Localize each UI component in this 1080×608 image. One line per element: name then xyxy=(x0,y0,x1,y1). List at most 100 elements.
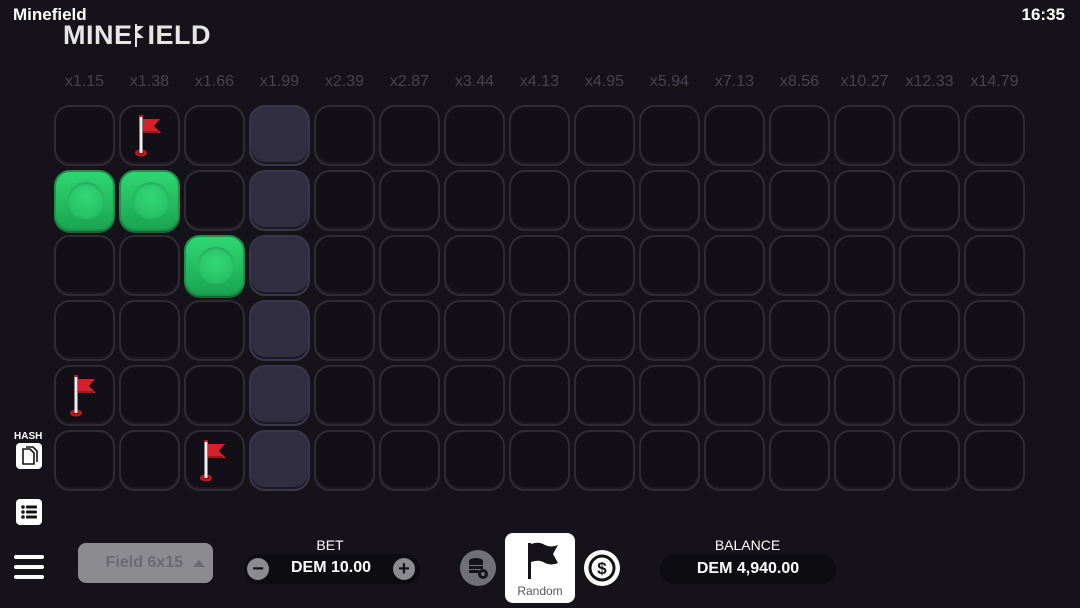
grid-cell[interactable] xyxy=(54,300,115,361)
grid-cell[interactable] xyxy=(704,105,765,166)
grid-cell[interactable] xyxy=(704,300,765,361)
grid-cell[interactable] xyxy=(509,235,570,296)
grid-cell[interactable] xyxy=(184,170,245,231)
grid-cell-safe[interactable] xyxy=(54,170,115,231)
grid-cell[interactable] xyxy=(314,300,375,361)
grid-cell[interactable] xyxy=(444,300,505,361)
grid-cell[interactable] xyxy=(509,105,570,166)
grid-cell[interactable] xyxy=(834,430,895,491)
grid-cell[interactable] xyxy=(184,300,245,361)
decrease-bet-button[interactable]: − xyxy=(247,558,269,580)
grid-cell[interactable] xyxy=(444,105,505,166)
grid-cell[interactable] xyxy=(574,300,635,361)
grid-cell[interactable] xyxy=(899,170,960,231)
grid-cell[interactable] xyxy=(899,235,960,296)
grid-cell[interactable] xyxy=(769,105,830,166)
grid-cell-flagged[interactable] xyxy=(184,430,245,491)
grid-cell[interactable] xyxy=(574,170,635,231)
grid-cell[interactable] xyxy=(119,300,180,361)
grid-cell[interactable] xyxy=(769,365,830,426)
grid-cell[interactable] xyxy=(444,170,505,231)
grid-cell[interactable] xyxy=(379,430,440,491)
grid-cell[interactable] xyxy=(509,170,570,231)
grid-cell[interactable] xyxy=(769,300,830,361)
grid-cell[interactable] xyxy=(314,430,375,491)
grid-cell[interactable] xyxy=(964,365,1025,426)
grid-cell[interactable] xyxy=(834,300,895,361)
grid-cell[interactable] xyxy=(314,105,375,166)
grid-cell[interactable] xyxy=(834,105,895,166)
grid-cell[interactable] xyxy=(899,365,960,426)
grid-cell[interactable] xyxy=(639,430,700,491)
history-button[interactable] xyxy=(16,499,42,525)
grid-cell[interactable] xyxy=(119,365,180,426)
grid-cell[interactable] xyxy=(54,235,115,296)
grid-cell[interactable] xyxy=(769,170,830,231)
grid-cell[interactable] xyxy=(184,365,245,426)
grid-cell[interactable] xyxy=(704,170,765,231)
grid-cell[interactable] xyxy=(379,235,440,296)
logo-text-right: IELD xyxy=(147,20,212,50)
grid-cell-flagged[interactable] xyxy=(54,365,115,426)
grid-cell[interactable] xyxy=(639,235,700,296)
grid-cell[interactable] xyxy=(639,105,700,166)
grid-cell[interactable] xyxy=(574,430,635,491)
grid-cell[interactable] xyxy=(249,300,310,361)
grid-cell[interactable] xyxy=(704,365,765,426)
grid-cell[interactable] xyxy=(314,170,375,231)
grid-cell[interactable] xyxy=(639,365,700,426)
grid-cell[interactable] xyxy=(249,170,310,231)
cashout-button[interactable]: $ xyxy=(584,550,620,586)
grid-cell[interactable] xyxy=(119,430,180,491)
grid-cell[interactable] xyxy=(834,235,895,296)
grid-cell[interactable] xyxy=(119,235,180,296)
grid-cell[interactable] xyxy=(54,430,115,491)
grid-cell[interactable] xyxy=(834,170,895,231)
grid-cell[interactable] xyxy=(899,430,960,491)
menu-button[interactable] xyxy=(14,555,44,581)
grid-cell[interactable] xyxy=(184,105,245,166)
grid-cell[interactable] xyxy=(509,300,570,361)
grid-cell[interactable] xyxy=(249,365,310,426)
autobet-settings-button[interactable] xyxy=(460,550,496,586)
grid-cell[interactable] xyxy=(704,235,765,296)
grid-cell[interactable] xyxy=(509,430,570,491)
grid-cell[interactable] xyxy=(704,430,765,491)
grid-cell[interactable] xyxy=(379,105,440,166)
grid-cell[interactable] xyxy=(639,300,700,361)
grid-cell[interactable] xyxy=(249,430,310,491)
grid-cell[interactable] xyxy=(964,430,1025,491)
grid-cell[interactable] xyxy=(769,235,830,296)
grid-cell[interactable] xyxy=(899,105,960,166)
hash-button[interactable] xyxy=(16,443,42,469)
grid-cell[interactable] xyxy=(379,300,440,361)
grid-cell[interactable] xyxy=(964,300,1025,361)
grid-cell[interactable] xyxy=(444,430,505,491)
grid-cell-safe[interactable] xyxy=(184,235,245,296)
grid-cell[interactable] xyxy=(509,365,570,426)
grid-cell[interactable] xyxy=(379,170,440,231)
grid-cell[interactable] xyxy=(249,105,310,166)
grid-cell[interactable] xyxy=(574,235,635,296)
grid-cell[interactable] xyxy=(444,235,505,296)
grid-cell[interactable] xyxy=(54,105,115,166)
grid-cell[interactable] xyxy=(964,105,1025,166)
grid-cell[interactable] xyxy=(834,365,895,426)
grid-cell-safe[interactable] xyxy=(119,170,180,231)
grid-cell[interactable] xyxy=(769,430,830,491)
grid-cell[interactable] xyxy=(249,235,310,296)
grid-cell[interactable] xyxy=(314,235,375,296)
random-button[interactable]: Random xyxy=(505,533,575,603)
grid-cell[interactable] xyxy=(444,365,505,426)
grid-cell[interactable] xyxy=(314,365,375,426)
grid-cell[interactable] xyxy=(964,170,1025,231)
grid-cell[interactable] xyxy=(899,300,960,361)
grid-cell[interactable] xyxy=(574,105,635,166)
grid-cell[interactable] xyxy=(379,365,440,426)
grid-cell-flagged[interactable] xyxy=(119,105,180,166)
field-size-select[interactable]: Field 6x15 xyxy=(78,543,213,583)
grid-cell[interactable] xyxy=(639,170,700,231)
grid-cell[interactable] xyxy=(964,235,1025,296)
increase-bet-button[interactable]: + xyxy=(393,558,415,580)
grid-cell[interactable] xyxy=(574,365,635,426)
